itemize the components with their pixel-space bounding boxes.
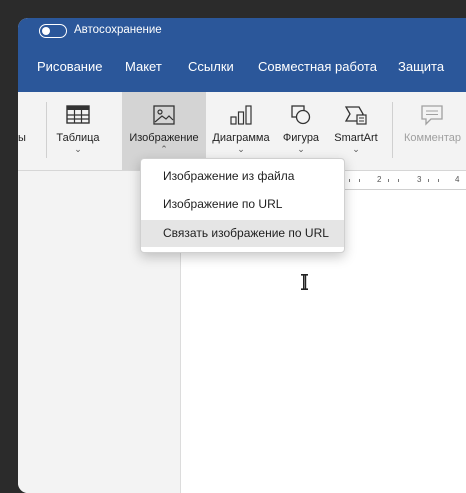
word-window: Автосохранение Рисование Макет Ссылки Со… (18, 18, 466, 493)
chart-label: Диаграмма (212, 132, 270, 144)
comment-label: Комментар (404, 132, 461, 144)
text-cursor-icon (301, 274, 308, 290)
tab-draw[interactable]: Рисование (37, 59, 102, 74)
chevron-down-icon: ⌄ (74, 144, 82, 154)
ruler-tick (398, 179, 399, 182)
table-button[interactable]: Таблица ⌄ (50, 92, 106, 170)
ruler-tick (428, 179, 429, 182)
ribbon-separator (392, 102, 393, 158)
menu-item-image-from-file[interactable]: Изображение из файла (141, 163, 344, 190)
tab-references[interactable]: Ссылки (188, 59, 234, 74)
comment-icon (421, 105, 443, 126)
tab-protection[interactable]: Защита (398, 59, 444, 74)
comment-button[interactable]: Комментар (398, 92, 466, 170)
cut-off-button[interactable]: ы (18, 92, 36, 170)
cut-off-label: ы (18, 132, 26, 144)
image-label: Изображение (129, 132, 199, 144)
title-bar: Автосохранение (18, 18, 466, 44)
table-label: Таблица (56, 132, 100, 144)
ruler-tick (349, 179, 350, 182)
ruler-mark: 3 (417, 175, 422, 184)
tab-collaboration[interactable]: Совместная работа (258, 59, 377, 74)
chevron-down-icon: ⌄ (297, 144, 305, 154)
chevron-down-icon: ⌄ (237, 144, 245, 154)
tab-layout[interactable]: Макет (125, 59, 162, 74)
ribbon-separator (46, 102, 47, 158)
chevron-down-icon: ⌄ (352, 144, 360, 154)
menu-item-image-by-url[interactable]: Изображение по URL (141, 191, 344, 218)
ruler-tick (359, 179, 360, 182)
table-icon (66, 105, 90, 124)
chart-icon (230, 105, 252, 125)
image-icon (153, 105, 175, 125)
ruler-mark: 4 (455, 175, 460, 184)
chevron-up-icon: ⌃ (160, 144, 168, 154)
smartart-icon (344, 106, 367, 125)
shape-label: Фигура (282, 132, 320, 144)
smartart-label: SmartArt (334, 132, 378, 144)
autosave-label: Автосохранение (74, 24, 162, 36)
ruler-tick (438, 179, 439, 182)
ruler-mark: 2 (377, 175, 382, 184)
toggle-knob (42, 27, 50, 35)
ruler-tick (388, 179, 389, 182)
menu-item-link-image-by-url[interactable]: Связать изображение по URL (141, 220, 344, 247)
shape-icon (291, 105, 311, 125)
autosave-toggle[interactable] (39, 24, 67, 38)
ribbon-tabs: Рисование Макет Ссылки Совместная работа… (18, 44, 466, 92)
image-dropdown-menu: Изображение из файла Изображение по URL … (140, 158, 345, 253)
